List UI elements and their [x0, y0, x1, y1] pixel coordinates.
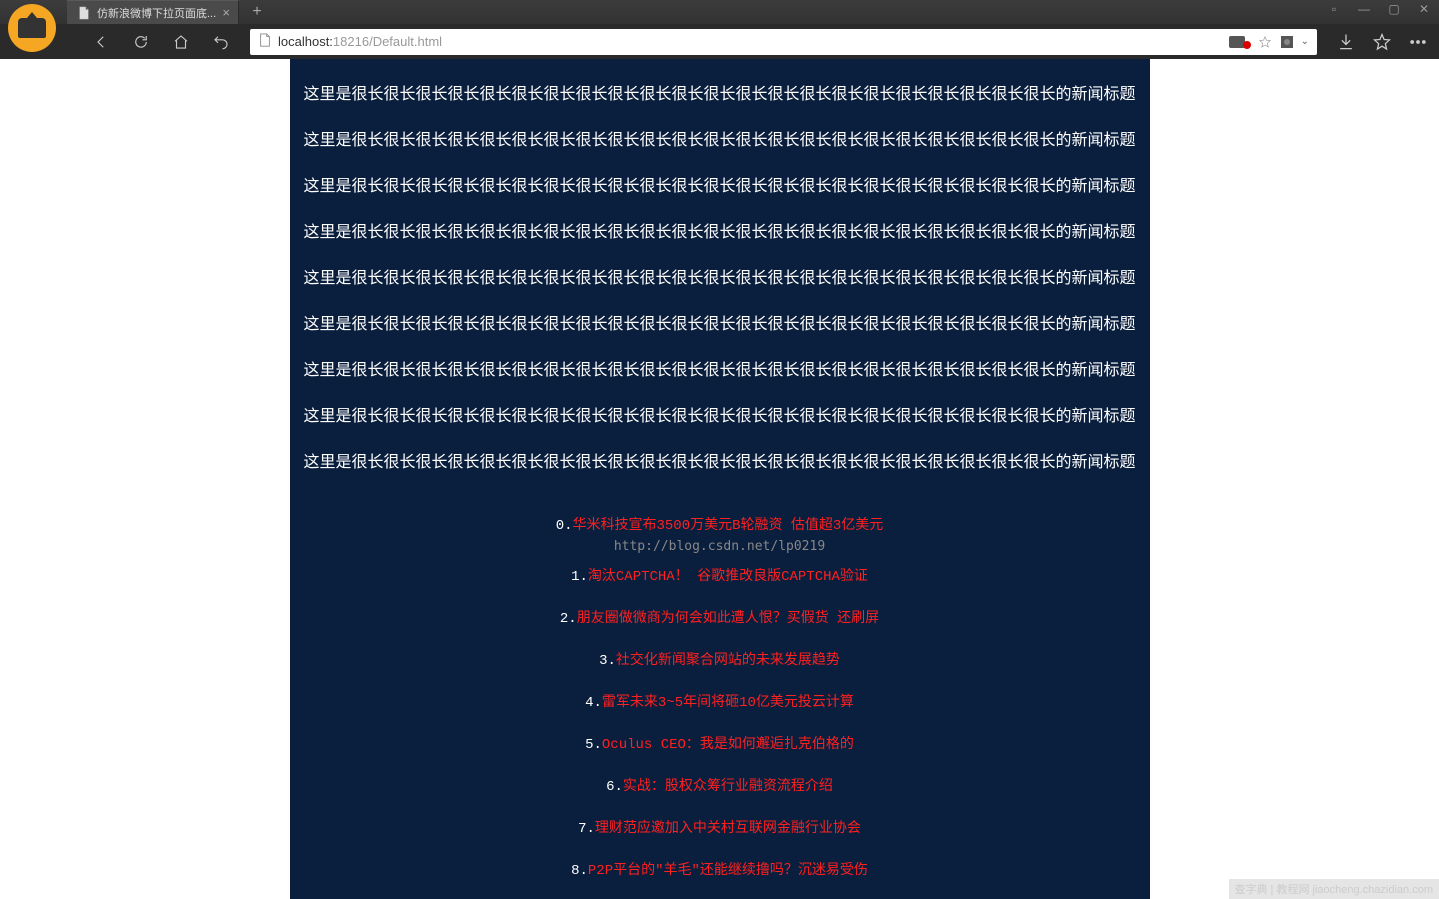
url-text: localhost:18216/Default.html [278, 34, 442, 49]
content-area[interactable]: 这里是很长很长很长很长很长很长很长很长很长很长很长很长很长很长很长很长很长很长很… [0, 59, 1439, 899]
item-title: 雷军未来3~5年间将砸10亿美元投云计算 [602, 695, 854, 711]
item-title: 理财范应邀加入中关村互联网金融行业协会 [595, 821, 861, 837]
item-number: 0. [556, 518, 573, 534]
blog-watermark: http://blog.csdn.net/lp0219 [290, 539, 1150, 554]
numbered-news-item[interactable]: 5.Oculus CEO：我是如何邂逅扎克伯格的 [290, 722, 1150, 764]
browser-logo[interactable] [8, 4, 56, 52]
bookmark-star-button[interactable] [1371, 31, 1393, 53]
item-title: Oculus CEO：我是如何邂逅扎克伯格的 [602, 737, 854, 753]
item-number: 4. [585, 695, 602, 711]
reader-badge-icon[interactable] [1229, 35, 1251, 49]
tab-title: 仿新浪微博下拉页面底... [97, 5, 216, 21]
item-title: 朋友圈做微商为何会如此遭人恨？买假货 还刷屏 [577, 611, 879, 627]
item-title: 华米科技宣布3500万美元B轮融资 估值超3亿美元 [573, 518, 884, 534]
headline-list: 这里是很长很长很长很长很长很长很长很长很长很长很长很长很长很长很长很长很长很长很… [290, 69, 1150, 483]
new-tab-button[interactable]: + [243, 2, 271, 22]
headline-item[interactable]: 这里是很长很长很长很长很长很长很长很长很长很长很长很长很长很长很长很长很长很长很… [290, 299, 1150, 345]
headline-item[interactable]: 这里是很长很长很长很长很长很长很长很长很长很长很长很长很长很长很长很长很长很长很… [290, 69, 1150, 115]
toolbar-right [1335, 31, 1429, 53]
browser-tab[interactable]: 仿新浪微博下拉页面底... × [67, 0, 239, 24]
tab-close-icon[interactable]: × [222, 5, 230, 20]
numbered-news-item[interactable]: 9.美副国务卿：美中都是网络攻击的受害者 [290, 890, 1150, 899]
numbered-news-item[interactable]: 2.朋友圈做微商为何会如此遭人恨？买假货 还刷屏 [290, 596, 1150, 638]
numbered-news-item[interactable]: 8.P2P平台的"羊毛"还能继续撸吗？沉迷易受伤 [290, 848, 1150, 890]
maximize-button[interactable]: ▢ [1385, 2, 1403, 16]
site-watermark: 查字典 | 教程网 jiaocheng.chazidian.com [1229, 879, 1439, 899]
page-favicon [258, 33, 272, 50]
headline-item[interactable]: 这里是很长很长很长很长很长很长很长很长很长很长很长很长很长很长很长很长很长很长很… [290, 437, 1150, 483]
item-title: 实战：股权众筹行业融资流程介绍 [623, 779, 833, 795]
item-number: 8. [571, 863, 588, 879]
minimize-button[interactable]: — [1355, 2, 1373, 16]
close-button[interactable]: ✕ [1415, 2, 1433, 16]
item-title: P2P平台的"羊毛"还能继续撸吗？沉迷易受伤 [588, 863, 868, 879]
headline-item[interactable]: 这里是很长很长很长很长很长很长很长很长很长很长很长很长很长很长很长很长很长很长很… [290, 253, 1150, 299]
item-title: 社交化新闻聚合网站的未来发展趋势 [616, 653, 840, 669]
item-number: 2. [560, 611, 577, 627]
headline-item[interactable]: 这里是很长很长很长很长很长很长很长很长很长很长很长很长很长很长很长很长很长很长很… [290, 161, 1150, 207]
page-icon [77, 6, 91, 20]
numbered-news-item[interactable]: 3.社交化新闻聚合网站的未来发展趋势 [290, 638, 1150, 680]
forward-undo-button[interactable] [210, 31, 232, 53]
url-bar[interactable]: localhost:18216/Default.html ⌄ [250, 29, 1317, 55]
url-dropdown-icon[interactable]: ⌄ [1301, 36, 1309, 47]
item-number: 5. [585, 737, 602, 753]
window-controls: ▫ — ▢ ✕ [1325, 2, 1433, 16]
reload-button[interactable] [130, 31, 152, 53]
tab-bar: 仿新浪微博下拉页面底... × + ▫ — ▢ ✕ [0, 0, 1439, 24]
numbered-news-item[interactable]: 6.实战：股权众筹行业融资流程介绍 [290, 764, 1150, 806]
item-number: 1. [571, 569, 588, 585]
numbered-news-item[interactable]: 7.理财范应邀加入中关村互联网金融行业协会 [290, 806, 1150, 848]
item-number: 6. [606, 779, 623, 795]
numbered-news-item[interactable]: 1.淘汰CAPTCHA！ 谷歌推改良版CAPTCHA验证 [290, 554, 1150, 596]
numbered-news-list: 0.华米科技宣布3500万美元B轮融资 估值超3亿美元 http://blog.c… [290, 503, 1150, 899]
item-number: 3. [599, 653, 616, 669]
numbered-news-item[interactable]: 4.雷军未来3~5年间将砸10亿美元投云计算 [290, 680, 1150, 722]
back-button[interactable] [90, 31, 112, 53]
activity-icon[interactable]: ▫ [1325, 2, 1343, 16]
star-outline-icon[interactable] [1257, 34, 1273, 50]
url-right-controls: ⌄ [1229, 34, 1309, 50]
page-container: 这里是很长很长很长很长很长很长很长很长很长很长很长很长很长很长很长很长很长很长很… [290, 59, 1150, 899]
headline-item[interactable]: 这里是很长很长很长很长很长很长很长很长很长很长很长很长很长很长很长很长很长很长很… [290, 115, 1150, 161]
upload-icon [18, 18, 46, 38]
home-button[interactable] [170, 31, 192, 53]
headline-item[interactable]: 这里是很长很长很长很长很长很长很长很长很长很长很长很长很长很长很长很长很长很长很… [290, 345, 1150, 391]
headline-item[interactable]: 这里是很长很长很长很长很长很长很长很长很长很长很长很长很长很长很长很长很长很长很… [290, 207, 1150, 253]
downloads-button[interactable] [1335, 31, 1357, 53]
browser-toolbar: localhost:18216/Default.html ⌄ [0, 24, 1439, 59]
item-title: 淘汰CAPTCHA！ 谷歌推改良版CAPTCHA验证 [588, 569, 868, 585]
item-number: 7. [578, 821, 595, 837]
headline-item[interactable]: 这里是很长很长很长很长很长很长很长很长很长很长很长很长很长很长很长很长很长很长很… [290, 391, 1150, 437]
menu-button[interactable] [1407, 31, 1429, 53]
extension-icon[interactable] [1279, 34, 1295, 50]
